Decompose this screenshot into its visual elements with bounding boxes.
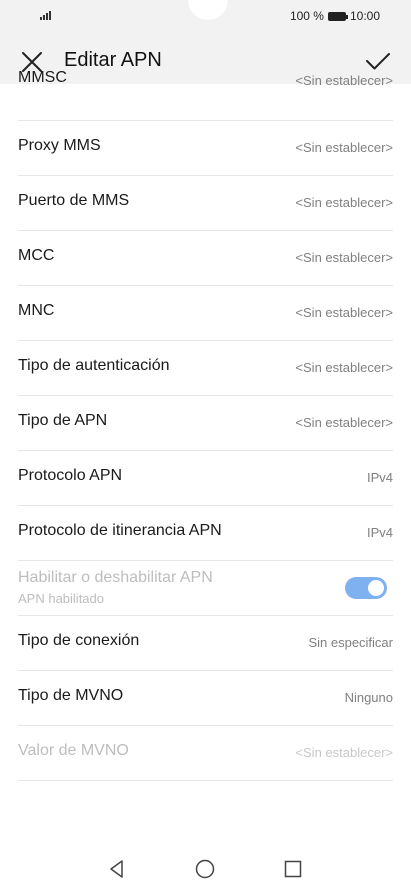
setting-value: Ninguno <box>344 690 393 705</box>
setting-row-apn-enable: Habilitar o deshabilitar APN APN habilit… <box>18 561 393 616</box>
setting-label: Tipo de conexión <box>18 632 140 649</box>
setting-value: Sin especificar <box>308 635 393 650</box>
setting-value: <Sin establecer> <box>295 195 393 210</box>
setting-row-roaming-protocol[interactable]: Protocolo de itinerancia APN IPv4 <box>18 506 393 561</box>
setting-value: <Sin establecer> <box>295 73 393 88</box>
setting-value: <Sin establecer> <box>295 415 393 430</box>
setting-label: Puerto de MMS <box>18 192 130 209</box>
setting-row-mnc[interactable]: MNC <Sin establecer> <box>18 286 393 341</box>
apn-settings-list: MMSC <Sin establecer> Proxy MMS <Sin est… <box>0 67 411 781</box>
setting-row-apn-protocol[interactable]: Protocolo APN IPv4 <box>18 451 393 506</box>
battery-icon <box>327 11 348 21</box>
setting-value: <Sin establecer> <box>295 745 393 760</box>
setting-label: Tipo de APN <box>18 412 108 429</box>
camera-notch <box>188 0 228 20</box>
setting-value: <Sin establecer> <box>295 305 393 320</box>
status-bar: 100 % 10:00 <box>0 0 411 36</box>
setting-value: IPv4 <box>366 525 393 540</box>
setting-value: <Sin establecer> <box>295 140 393 155</box>
setting-label: Tipo de MVNO <box>18 687 124 704</box>
setting-label: MNC <box>18 302 55 319</box>
apn-enable-toggle[interactable] <box>345 577 387 599</box>
setting-label: Proxy MMS <box>18 137 101 154</box>
setting-label: Habilitar o deshabilitar APN <box>18 569 213 586</box>
setting-row-auth-type[interactable]: Tipo de autenticación <Sin establecer> <box>18 341 393 396</box>
back-icon[interactable] <box>106 858 128 880</box>
setting-value: <Sin establecer> <box>295 250 393 265</box>
setting-label: MMSC <box>18 69 67 86</box>
toggle-knob <box>368 580 384 596</box>
home-icon[interactable] <box>194 858 216 880</box>
setting-row-mvno-value: Valor de MVNO <Sin establecer> <box>18 726 393 781</box>
clock: 10:00 <box>349 9 380 23</box>
battery-percent: 100 % <box>289 9 324 23</box>
status-right: 100 % 10:00 <box>290 9 380 23</box>
setting-row-apn-type[interactable]: Tipo de APN <Sin establecer> <box>18 396 393 451</box>
setting-row-proxy-mms[interactable]: Proxy MMS <Sin establecer> <box>18 121 393 176</box>
setting-label: Protocolo APN <box>18 467 123 484</box>
setting-row-mms-port[interactable]: Puerto de MMS <Sin establecer> <box>18 176 393 231</box>
setting-label: MCC <box>18 247 55 264</box>
setting-row-mcc[interactable]: MCC <Sin establecer> <box>18 231 393 286</box>
setting-value: <Sin establecer> <box>295 360 393 375</box>
signal-icon <box>40 10 54 20</box>
setting-label: Protocolo de itinerancia APN <box>18 522 222 539</box>
navigation-bar <box>0 850 411 892</box>
setting-label: Tipo de autenticación <box>18 357 170 374</box>
setting-row-mvno-type[interactable]: Tipo de MVNO Ninguno <box>18 671 393 726</box>
setting-value: IPv4 <box>366 470 393 485</box>
setting-label: Valor de MVNO <box>18 742 129 759</box>
setting-row-connection-type[interactable]: Tipo de conexión Sin especificar <box>18 616 393 671</box>
setting-row-mmsc[interactable]: MMSC <Sin establecer> <box>18 67 393 121</box>
setting-sublabel: APN habilitado <box>18 591 104 606</box>
recents-icon[interactable] <box>282 858 304 880</box>
